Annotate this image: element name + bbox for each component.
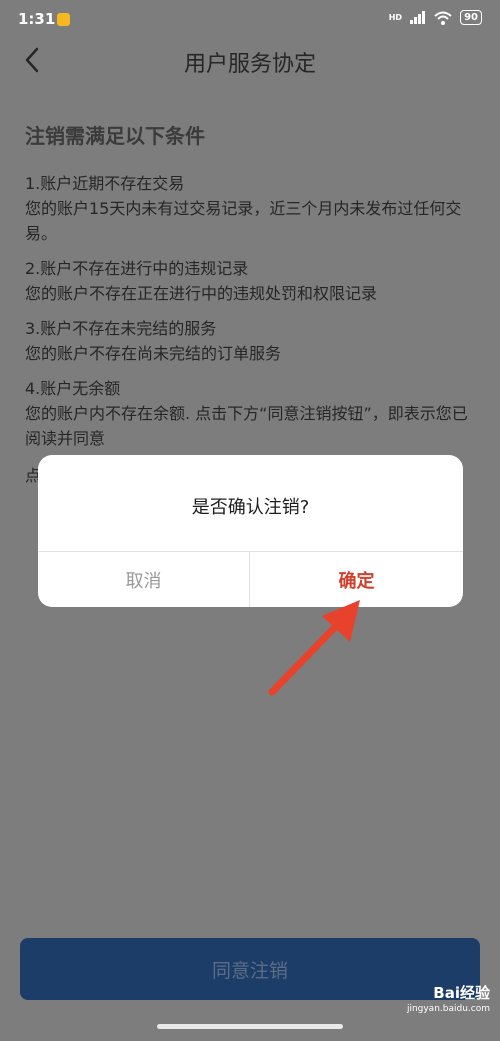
status-bar: 1:31 HD 90 xyxy=(0,0,500,40)
condition-item: 4.账户无余额 您的账户内不存在余额. 点击下方“同意注销按钮”，即表示您已阅读… xyxy=(25,376,480,451)
condition-desc: 您的账户内不存在余额. 点击下方“同意注销按钮”，即表示您已阅读并同意 xyxy=(25,404,468,448)
dialog-message: 是否确认注销? xyxy=(191,497,310,518)
condition-item: 3.账户不存在未完结的服务 您的账户不存在尚未完结的订单服务 xyxy=(25,316,480,366)
wifi-icon xyxy=(434,11,452,25)
condition-heading: 1.账户近期不存在交易 xyxy=(25,174,185,193)
battery-icon: 90 xyxy=(460,10,482,25)
status-icons: HD 90 xyxy=(389,10,482,25)
watermark-brand: Bai经验 xyxy=(433,984,490,1002)
condition-heading: 4.账户无余额 xyxy=(25,379,121,398)
conditions-content: 注销需满足以下条件 1.账户近期不存在交易 您的账户15天内未有过交易记录，近三… xyxy=(25,120,480,461)
notification-icon xyxy=(57,13,70,26)
confirm-dialog: 是否确认注销? 取消 确定 xyxy=(38,455,463,607)
nav-bar: 用户服务协定 xyxy=(0,40,500,96)
condition-desc: 您的账户15天内未有过交易记录，近三个月内未发布过任何交易。 xyxy=(25,199,462,243)
signal-icon xyxy=(410,11,426,24)
home-indicator[interactable] xyxy=(157,1024,343,1029)
red-arrow-annotation-icon xyxy=(268,600,360,696)
condition-desc: 您的账户不存在尚未完结的订单服务 xyxy=(25,344,282,363)
condition-heading: 3.账户不存在未完结的服务 xyxy=(25,319,217,338)
hd-label: HD xyxy=(388,12,403,22)
condition-desc: 您的账户不存在正在进行中的违规处罚和权限记录 xyxy=(25,284,378,303)
page-title: 用户服务协定 xyxy=(183,52,316,77)
status-time: 1:31 xyxy=(18,10,56,28)
condition-item: 2.账户不存在进行中的违规记录 您的账户不存在正在进行中的违规处罚和权限记录 xyxy=(25,256,480,306)
watermark-url: jingyan.baidu.com xyxy=(406,1004,490,1014)
condition-item: 1.账户近期不存在交易 您的账户15天内未有过交易记录，近三个月内未发布过任何交… xyxy=(25,171,480,246)
watermark: Bai经验 jingyan.baidu.com xyxy=(407,985,490,1017)
conditions-title: 注销需满足以下条件 xyxy=(25,124,205,148)
cancel-button[interactable]: 取消 xyxy=(38,552,249,607)
condition-heading: 2.账户不存在进行中的违规记录 xyxy=(25,259,249,278)
